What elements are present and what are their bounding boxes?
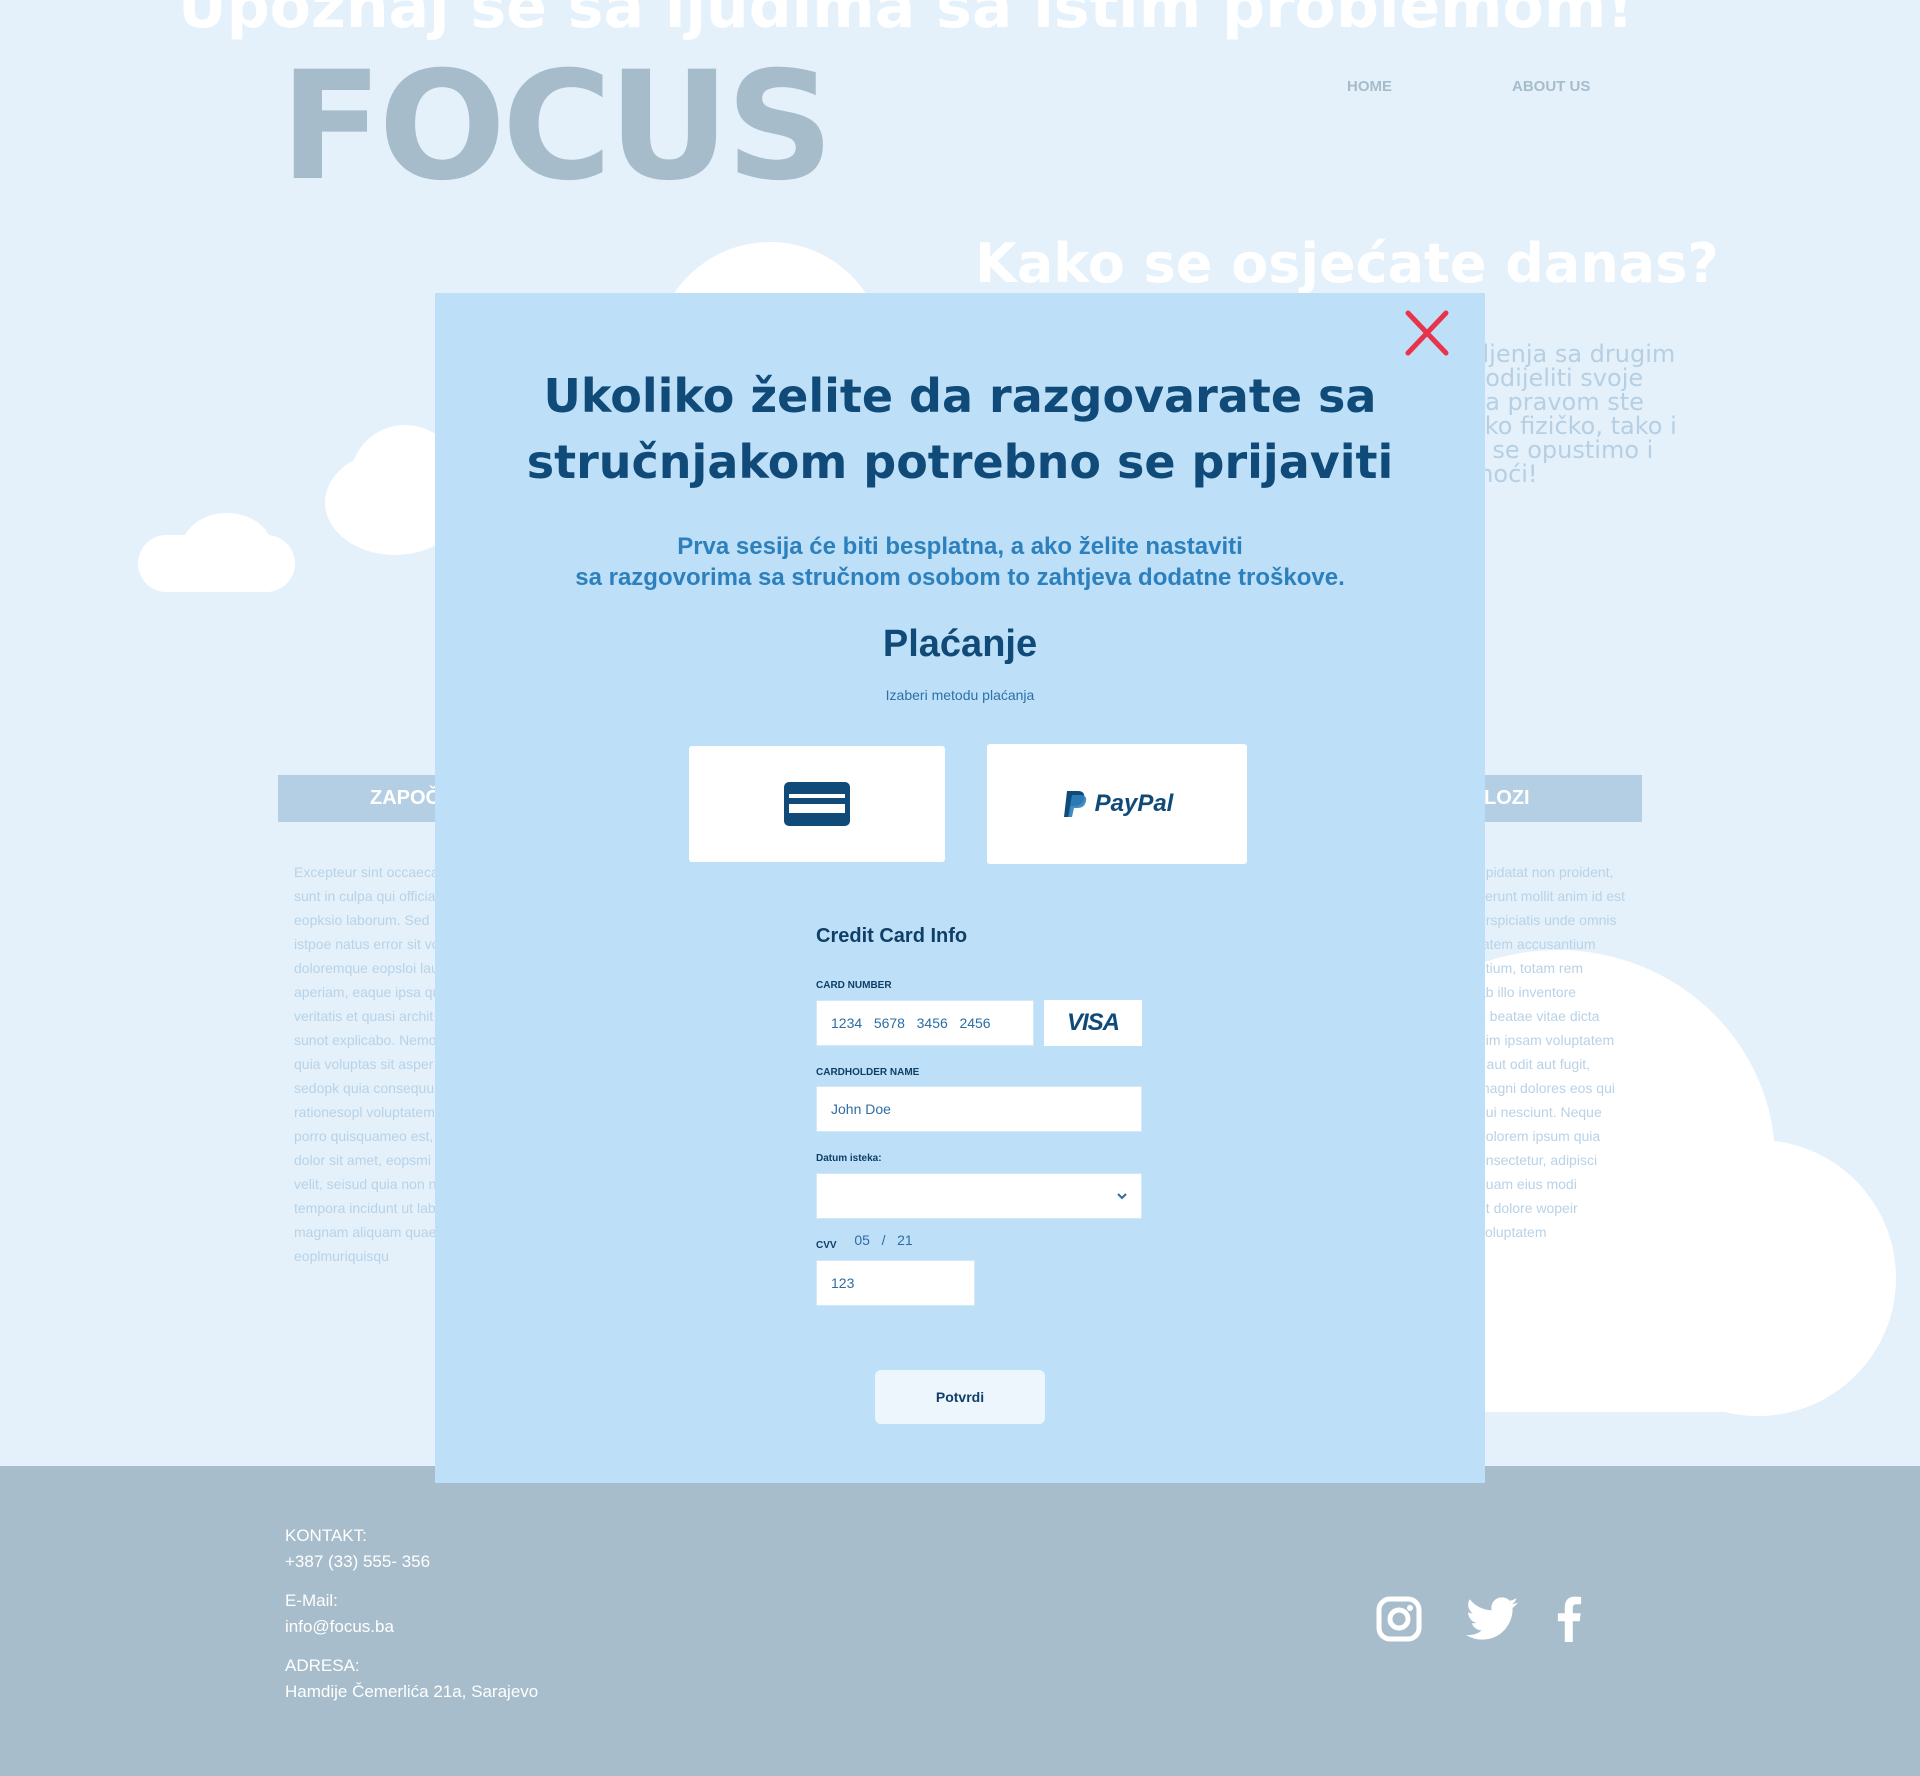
facebook-icon[interactable] [1556,1596,1582,1642]
confirm-button[interactable]: Potvrdi [875,1370,1045,1424]
address-label: ADRESA: [285,1656,360,1675]
card-brand-badge: VISA [1044,1000,1142,1046]
right-column-text: upidatat non proident, serunt mollit anim… [1478,864,1626,1240]
contact-phone[interactable]: +387 (33) 555- 356 [285,1552,430,1572]
modal-subtitle: Prva sesija će biti besplatna, a ako žel… [575,533,1345,591]
credit-card-option[interactable] [689,746,945,862]
payment-modal: Ukoliko želite da razgovarate sa stručnj… [435,293,1485,1483]
right-section-bar[interactable]: LOZI [1478,775,1642,822]
left-column-text: Excepteur sint occaeca sunt in culpa qui … [294,864,441,1264]
page: Upoznaj se sa ljudima sa istim problemom… [0,0,1920,1776]
chevron-down-icon [1117,1193,1127,1200]
start-section-bar[interactable]: ZAPOČ [278,775,448,822]
instagram-icon[interactable] [1376,1596,1422,1642]
contact-label: KONTAKT: [285,1526,367,1545]
expiry-select[interactable]: 05 / 21 [816,1173,1142,1248]
address-value: Hamdije Čemerlića 21a, Sarajevo [285,1682,539,1701]
cvv-label: CVV [816,1240,837,1251]
email-value[interactable]: info@focus.ba [285,1617,394,1637]
card-number-input[interactable] [816,1000,1034,1046]
modal-title: Ukoliko želite da razgovarate sa stručnj… [526,369,1394,489]
cloud-decoration [182,513,272,583]
visa-logo: VISA [1066,1009,1120,1036]
cardholder-label: CARDHOLDER NAME [816,1067,920,1078]
credit-card-info-title: Credit Card Info [816,925,968,947]
paypal-icon [1063,791,1086,817]
card-number-label: CARD NUMBER [816,980,892,991]
site-logo[interactable]: FOCUS [280,40,834,214]
email-label: E-Mail: [285,1591,338,1610]
paypal-label: PayPal [1094,790,1174,817]
start-section-label: ZAPOČ [370,787,440,809]
close-icon[interactable] [1400,305,1456,361]
credit-card-icon [784,782,850,826]
cardholder-input[interactable] [816,1086,1142,1132]
twitter-icon[interactable] [1466,1596,1518,1642]
nav-home[interactable]: HOME [1347,78,1392,95]
paypal-option[interactable]: PayPal [987,744,1247,864]
feeling-heading: Kako se osjećate danas? [975,232,1719,295]
cvv-input[interactable] [816,1260,975,1306]
expiry-label: Datum isteka: [816,1153,882,1164]
feeling-paragraph: šljenja sa drugim podijeliti svoje na pr… [1470,340,1677,488]
right-section-label: LOZI [1484,787,1530,809]
hero-heading: Upoznaj se sa ljudima sa istim problemom… [178,0,1634,42]
payment-hint: Izaberi metodu plaćanja [885,687,1035,703]
footer: KONTAKT: +387 (33) 555- 356 E-Mail: info… [0,1466,1920,1776]
expiry-value: 05 / 21 [854,1232,913,1248]
nav-about-us[interactable]: ABOUT US [1512,78,1590,95]
payment-heading: Plaćanje [882,623,1038,665]
